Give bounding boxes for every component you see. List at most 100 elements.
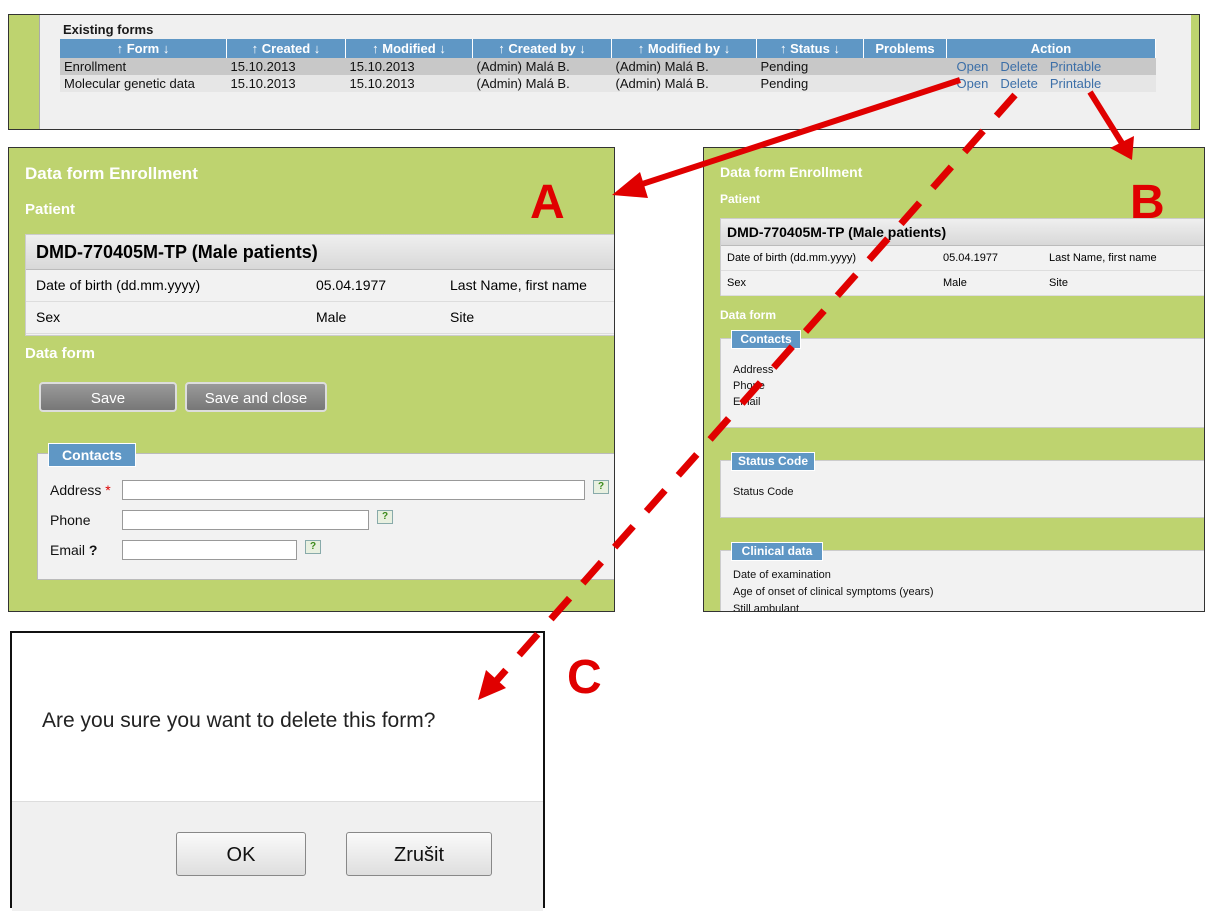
cell-form: Molecular genetic data — [60, 75, 227, 92]
cell-modified-by: (Admin) Malá B. — [611, 75, 757, 92]
dob-value: 05.04.1977 — [943, 252, 999, 264]
dob-value: 05.04.1977 — [316, 277, 387, 293]
dob-label: Date of birth (dd.mm.yyyy) — [727, 252, 856, 264]
sex-value: Male — [943, 277, 967, 289]
field-still-ambulant: Still ambulant — [733, 603, 800, 612]
printable-link[interactable]: Printable — [1050, 76, 1101, 91]
label-a: A — [530, 176, 565, 229]
cell-created: 15.10.2013 — [226, 75, 346, 92]
cell-created-by: (Admin) Malá B. — [472, 58, 612, 75]
cell-problems — [863, 58, 947, 75]
sex-label: Sex — [727, 277, 746, 289]
cell-form: Enrollment — [60, 58, 227, 75]
table-row: Enrollment 15.10.2013 15.10.2013 (Admin)… — [60, 58, 1156, 75]
cell-status: Pending — [756, 75, 864, 92]
patient-heading: Patient — [25, 201, 76, 218]
email-label: Email ? — [50, 542, 97, 558]
column-header-action: Action — [946, 39, 1156, 58]
table-row: Molecular genetic data 15.10.2013 15.10.… — [60, 75, 1156, 92]
contacts-section: Contacts Address Phone Email — [720, 330, 1204, 428]
column-header-status[interactable]: ↑ Status ↓ — [756, 39, 864, 58]
existing-forms-panel: Existing forms ↑ Form ↓ ↑ Created ↓ ↑ Mo… — [8, 14, 1200, 130]
lastname-label: Last Name, first name — [450, 277, 587, 293]
cell-modified: 15.10.2013 — [345, 75, 473, 92]
sex-label: Sex — [36, 309, 61, 325]
cell-created: 15.10.2013 — [226, 58, 346, 75]
patient-row-sex: Sex Male Site — [26, 302, 614, 334]
existing-forms-content: Existing forms ↑ Form ↓ ↑ Created ↓ ↑ Mo… — [39, 15, 1191, 129]
clinical-data-section: Clinical data Date of examination Age of… — [720, 542, 1204, 612]
delete-link[interactable]: Delete — [1000, 76, 1038, 91]
help-icon[interactable]: ? — [377, 510, 393, 524]
dob-label: Date of birth (dd.mm.yyyy) — [36, 277, 201, 293]
table-header-row: ↑ Form ↓ ↑ Created ↓ ↑ Modified ↓ ↑ Crea… — [60, 39, 1156, 58]
patient-info-box: DMD-770405M-TP (Male patients) Date of b… — [25, 234, 614, 336]
ok-button[interactable]: OK — [176, 832, 306, 876]
contacts-fieldset: Contacts Address * ? Phone ? Email ? ? — [37, 443, 614, 580]
open-link[interactable]: Open — [957, 59, 989, 74]
status-code-legend: Status Code — [731, 452, 815, 471]
cancel-button[interactable]: Zrušit — [346, 832, 492, 876]
field-phone: Phone — [733, 380, 765, 392]
data-form-edit-panel: Data form Enrollment Patient DMD-770405M… — [8, 147, 615, 612]
label-b: B — [1130, 176, 1165, 229]
cell-actions: Open Delete Printable — [946, 58, 1156, 75]
open-link[interactable]: Open — [957, 76, 989, 91]
site-label: Site — [1049, 277, 1068, 289]
column-header-modified-by[interactable]: ↑ Modified by ↓ — [611, 39, 757, 58]
field-date-of-examination: Date of examination — [733, 569, 831, 581]
form-title: Data form Enrollment — [25, 164, 198, 183]
arrow-a-head — [612, 172, 648, 198]
email-label-text: Email — [50, 542, 86, 558]
data-form-heading: Data form — [720, 308, 777, 322]
field-email: Email — [733, 396, 761, 408]
lastname-label: Last Name, first name — [1049, 252, 1157, 264]
clinical-data-legend: Clinical data — [731, 542, 823, 561]
field-address: Address — [733, 364, 774, 376]
label-c: C — [567, 651, 602, 704]
cell-status: Pending — [756, 58, 864, 75]
save-button[interactable]: Save — [39, 382, 177, 412]
dialog-message: Are you sure you want to delete this for… — [42, 709, 436, 732]
required-mark: * — [105, 482, 111, 498]
patient-heading: Patient — [720, 192, 761, 206]
cell-actions: Open Delete Printable — [946, 75, 1156, 92]
field-status-code: Status Code — [733, 486, 794, 498]
form-title: Data form Enrollment — [720, 164, 863, 180]
field-age-of-onset: Age of onset of clinical symptoms (years… — [733, 586, 934, 598]
email-input[interactable] — [122, 540, 297, 560]
site-label: Site — [450, 309, 475, 325]
existing-forms-table: ↑ Form ↓ ↑ Created ↓ ↑ Modified ↓ ↑ Crea… — [60, 39, 1156, 92]
column-header-form[interactable]: ↑ Form ↓ — [60, 39, 227, 58]
phone-input[interactable] — [122, 510, 369, 530]
column-header-created-by[interactable]: ↑ Created by ↓ — [472, 39, 612, 58]
column-header-created[interactable]: ↑ Created ↓ — [226, 39, 346, 58]
column-header-modified[interactable]: ↑ Modified ↓ — [345, 39, 473, 58]
sex-value: Male — [316, 309, 347, 325]
email-help-mark: ? — [88, 542, 98, 558]
contacts-legend: Contacts — [48, 443, 136, 467]
status-code-section: Status Code Status Code — [720, 452, 1204, 518]
contacts-legend: Contacts — [731, 330, 801, 349]
address-label-text: Address — [50, 482, 102, 498]
cell-problems — [863, 75, 947, 92]
existing-forms-title: Existing forms — [63, 22, 154, 37]
patient-row-dob: Date of birth (dd.mm.yyyy) 05.04.1977 La… — [26, 270, 614, 302]
cell-modified: 15.10.2013 — [345, 58, 473, 75]
delete-confirm-dialog: Are you sure you want to delete this for… — [10, 631, 545, 911]
help-icon[interactable]: ? — [305, 540, 321, 554]
printable-link[interactable]: Printable — [1050, 59, 1101, 74]
patient-id: DMD-770405M-TP (Male patients) — [26, 235, 614, 270]
green-border-left — [9, 15, 39, 129]
delete-link[interactable]: Delete — [1000, 59, 1038, 74]
address-label: Address * — [50, 482, 111, 498]
patient-row-dob: Date of birth (dd.mm.yyyy) 05.04.1977 La… — [721, 246, 1204, 271]
dialog-footer: OK Zrušit — [12, 801, 543, 911]
cell-modified-by: (Admin) Malá B. — [611, 58, 757, 75]
green-border-right — [1191, 15, 1199, 129]
help-icon[interactable]: ? — [593, 480, 609, 494]
save-and-close-button[interactable]: Save and close — [185, 382, 327, 412]
phone-label: Phone — [50, 512, 91, 528]
address-input[interactable] — [122, 480, 585, 500]
patient-row-sex: Sex Male Site — [721, 271, 1204, 296]
